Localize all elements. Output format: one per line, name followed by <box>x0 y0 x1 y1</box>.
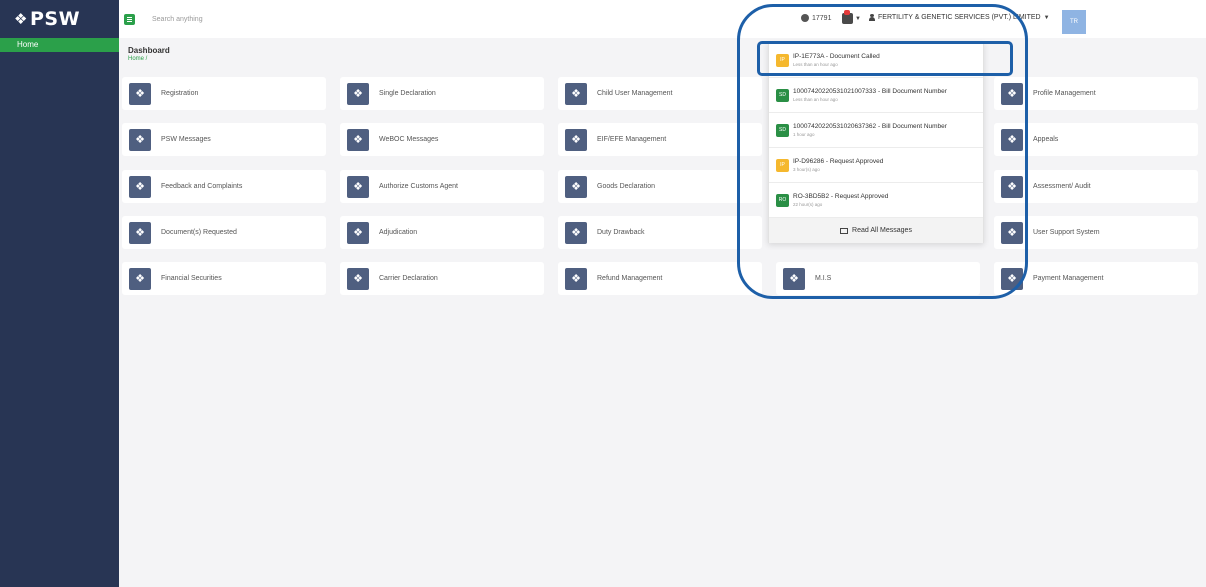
module-icon: ❖ <box>129 128 151 151</box>
dashboard-tile[interactable]: ❖ WeBOC Messages <box>340 123 544 156</box>
tile-label: Appeals <box>1033 136 1059 143</box>
module-icon: ❖ <box>347 221 369 244</box>
dashboard-tile[interactable]: ❖ PSW Messages <box>122 123 326 156</box>
chevron-down-icon: ▼ <box>1043 14 1050 21</box>
dashboard-tile[interactable]: ❖ Feedback and Complaints <box>122 170 326 203</box>
dashboard-tile[interactable]: ❖ Refund Management <box>558 262 762 295</box>
dashboard-tile[interactable]: ❖ Child User Management <box>558 77 762 110</box>
module-icon: ❖ <box>129 267 151 290</box>
module-icon: ❖ <box>565 128 587 151</box>
module-icon: ❖ <box>565 267 587 290</box>
brand-logo[interactable]: ❖ PSW <box>0 0 119 38</box>
module-icon: ❖ <box>565 175 587 198</box>
tile-label: Feedback and Complaints <box>161 183 243 190</box>
tile-label: WeBOC Messages <box>379 136 439 143</box>
module-icon: ❖ <box>347 82 369 105</box>
tile-label: Adjudication <box>379 229 418 236</box>
brand-name: PSW <box>29 8 81 30</box>
dashboard-tile[interactable]: ❖ Registration <box>122 77 326 110</box>
psw-logo-icon: ❖ <box>14 10 28 28</box>
highlight-oval <box>737 4 1028 299</box>
tile-label: Registration <box>161 90 199 97</box>
tile-label: EIF/EFE Management <box>597 136 667 143</box>
menu-toggle-icon[interactable] <box>124 13 135 25</box>
search-input[interactable]: Search anything <box>152 16 203 23</box>
module-icon: ❖ <box>565 82 587 105</box>
dashboard-tile[interactable]: ❖ Authorize Customs Agent <box>340 170 544 203</box>
tile-label: Single Declaration <box>379 90 436 97</box>
tile-label: Carrier Declaration <box>379 275 438 282</box>
tile-label: Duty Drawback <box>597 229 645 236</box>
tile-label: Goods Declaration <box>597 183 655 190</box>
tile-label: Child User Management <box>597 90 673 97</box>
dashboard-tile[interactable]: ❖ Single Declaration <box>340 77 544 110</box>
dashboard-tile[interactable]: ❖ Carrier Declaration <box>340 262 544 295</box>
tile-label: Financial Securities <box>161 275 222 282</box>
dashboard-tile[interactable]: ❖ Document(s) Requested <box>122 216 326 249</box>
tile-label: Refund Management <box>597 275 663 282</box>
tile-label: User Support System <box>1033 229 1100 236</box>
module-icon: ❖ <box>565 221 587 244</box>
module-icon: ❖ <box>347 128 369 151</box>
page-title: Dashboard <box>128 46 170 55</box>
dashboard-tile[interactable]: ❖ Goods Declaration <box>558 170 762 203</box>
tile-label: Authorize Customs Agent <box>379 183 458 190</box>
module-icon: ❖ <box>129 175 151 198</box>
tile-label: Document(s) Requested <box>161 229 237 236</box>
page-header: Dashboard Home / <box>128 46 170 62</box>
breadcrumb[interactable]: Home / <box>128 56 170 62</box>
module-icon: ❖ <box>347 267 369 290</box>
tile-label: Assessment/ Audit <box>1033 183 1091 190</box>
dashboard-tile[interactable]: ❖ Financial Securities <box>122 262 326 295</box>
tile-label: Profile Management <box>1033 90 1096 97</box>
dashboard-tile[interactable]: ❖ Duty Drawback <box>558 216 762 249</box>
dashboard-tile[interactable]: ❖ Adjudication <box>340 216 544 249</box>
dashboard-tile[interactable]: ❖ EIF/EFE Management <box>558 123 762 156</box>
avatar[interactable]: TR <box>1062 10 1086 34</box>
tile-label: PSW Messages <box>161 136 211 143</box>
sidebar-item-home[interactable]: Home <box>0 38 119 52</box>
module-icon: ❖ <box>347 175 369 198</box>
tile-label: Payment Management <box>1033 275 1104 282</box>
module-icon: ❖ <box>129 221 151 244</box>
module-icon: ❖ <box>129 82 151 105</box>
sidebar: ❖ PSW Home <box>0 0 119 587</box>
